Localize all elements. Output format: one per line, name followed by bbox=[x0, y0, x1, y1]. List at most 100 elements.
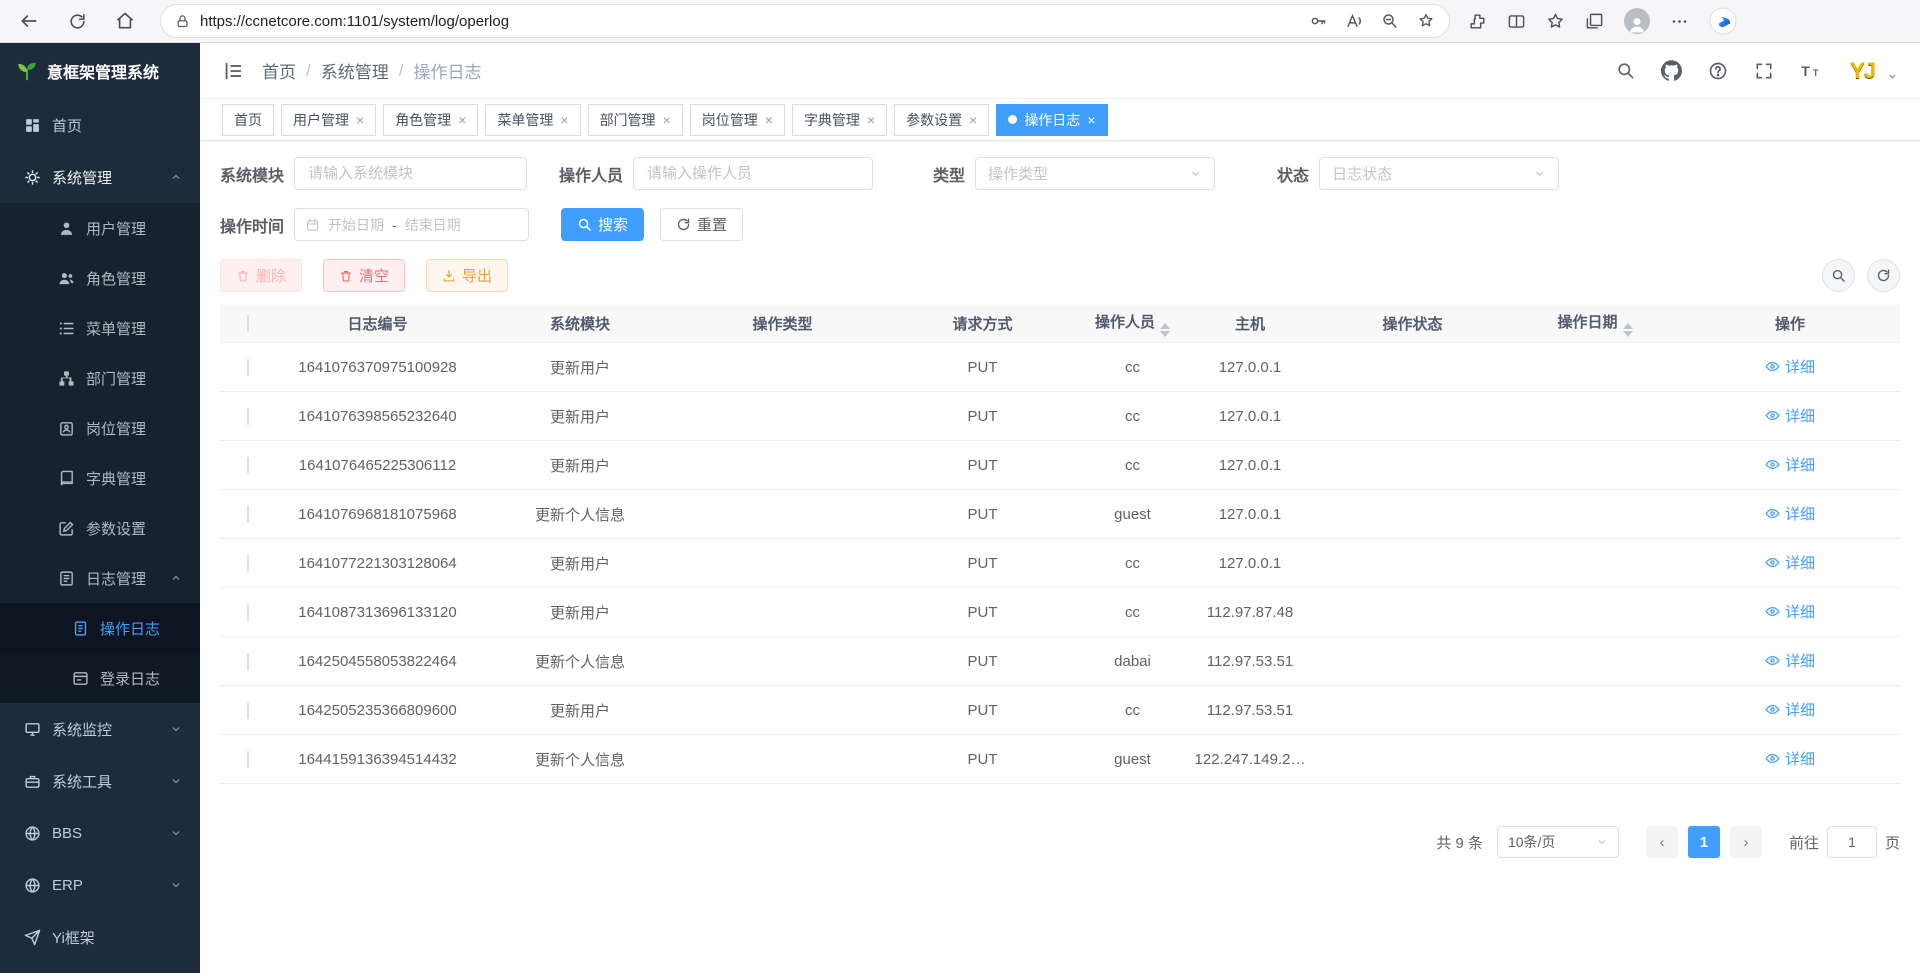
column-operator-sortable[interactable]: 操作人员 bbox=[1080, 311, 1185, 337]
tab-close-icon[interactable]: × bbox=[458, 113, 466, 127]
row-checkbox[interactable] bbox=[247, 555, 249, 572]
sidebar-item-oper-log[interactable]: 操作日志 bbox=[0, 603, 200, 653]
sidebar-item-erp[interactable]: ERP bbox=[0, 859, 200, 911]
site-lock-icon[interactable] bbox=[175, 14, 190, 29]
refresh-table-button[interactable] bbox=[1867, 259, 1900, 292]
favorites-bar-icon[interactable] bbox=[1546, 12, 1565, 31]
browser-profile-avatar[interactable] bbox=[1624, 8, 1650, 34]
cell-module: 更新用户 bbox=[480, 455, 680, 476]
tab-menu-mgmt[interactable]: 菜单管理× bbox=[485, 104, 580, 136]
detail-link[interactable]: 详细 bbox=[1765, 650, 1815, 671]
delete-button[interactable]: 删除 bbox=[220, 259, 302, 292]
browser-refresh-icon[interactable] bbox=[60, 4, 94, 38]
breadcrumb-home[interactable]: 首页 bbox=[262, 58, 296, 83]
sidebar-item-sys-monitor[interactable]: 系统监控 bbox=[0, 703, 200, 755]
sidebar-item-post-mgmt[interactable]: 岗位管理 bbox=[0, 403, 200, 453]
tab-home[interactable]: 首页 bbox=[222, 104, 274, 136]
url-text[interactable]: https://ccnetcore.com:1101/system/log/op… bbox=[200, 13, 1309, 30]
row-checkbox[interactable] bbox=[247, 702, 249, 719]
prev-page-button[interactable]: ‹ bbox=[1646, 826, 1678, 858]
detail-link[interactable]: 详细 bbox=[1765, 699, 1815, 720]
row-checkbox[interactable] bbox=[247, 604, 249, 621]
tab-close-icon[interactable]: × bbox=[356, 113, 364, 127]
read-aloud-icon[interactable] bbox=[1345, 12, 1363, 30]
detail-link[interactable]: 详细 bbox=[1765, 748, 1815, 769]
font-size-icon[interactable]: TT bbox=[1800, 61, 1824, 81]
page-size-select[interactable]: 10条/页 bbox=[1497, 826, 1619, 858]
detail-link[interactable]: 详细 bbox=[1765, 356, 1815, 377]
tab-close-icon[interactable]: × bbox=[867, 113, 875, 127]
breadcrumb-system[interactable]: 系统管理 bbox=[321, 58, 389, 83]
page-number-1[interactable]: 1 bbox=[1688, 826, 1720, 858]
row-checkbox[interactable] bbox=[247, 359, 249, 376]
sidebar-item-menu-mgmt[interactable]: 菜单管理 bbox=[0, 303, 200, 353]
sidebar-item-sys-tools[interactable]: 系统工具 bbox=[0, 755, 200, 807]
sidebar-item-user-mgmt[interactable]: 用户管理 bbox=[0, 203, 200, 253]
tab-close-icon[interactable]: × bbox=[765, 113, 773, 127]
row-checkbox[interactable] bbox=[247, 751, 249, 768]
row-checkbox[interactable] bbox=[247, 506, 249, 523]
user-avatar-logo[interactable]: YJ bbox=[1850, 58, 1875, 84]
github-icon[interactable] bbox=[1661, 60, 1682, 81]
select-all-checkbox[interactable] bbox=[247, 315, 249, 332]
avatar-caret-down-icon[interactable] bbox=[1887, 71, 1898, 82]
tab-dept-mgmt[interactable]: 部门管理× bbox=[588, 104, 683, 136]
sidebar-item-system-mgmt[interactable]: 系统管理 bbox=[0, 151, 200, 203]
tab-close-icon[interactable]: × bbox=[1087, 113, 1095, 127]
sidebar-item-dept-mgmt[interactable]: 部门管理 bbox=[0, 353, 200, 403]
help-icon[interactable] bbox=[1708, 61, 1728, 81]
detail-link[interactable]: 详细 bbox=[1765, 503, 1815, 524]
show-search-toggle-button[interactable] bbox=[1822, 259, 1855, 292]
search-button[interactable]: 搜索 bbox=[561, 208, 644, 241]
fullscreen-icon[interactable] bbox=[1754, 61, 1774, 81]
tab-post-mgmt[interactable]: 岗位管理× bbox=[690, 104, 785, 136]
tab-role-mgmt[interactable]: 角色管理× bbox=[383, 104, 478, 136]
row-checkbox[interactable] bbox=[247, 457, 249, 474]
browser-more-icon[interactable] bbox=[1670, 12, 1689, 31]
row-checkbox[interactable] bbox=[247, 408, 249, 425]
next-page-button[interactable]: › bbox=[1730, 826, 1762, 858]
header-search-icon[interactable] bbox=[1616, 61, 1635, 80]
tab-dict-mgmt[interactable]: 字典管理× bbox=[792, 104, 887, 136]
detail-link[interactable]: 详细 bbox=[1765, 552, 1815, 573]
tab-oper-log[interactable]: 操作日志× bbox=[996, 104, 1107, 136]
row-checkbox[interactable] bbox=[247, 653, 249, 670]
module-filter-input[interactable] bbox=[294, 157, 527, 190]
operator-filter-input[interactable] bbox=[633, 157, 873, 190]
tab-close-icon[interactable]: × bbox=[560, 113, 568, 127]
sidebar-item-role-mgmt[interactable]: 角色管理 bbox=[0, 253, 200, 303]
zoom-out-icon[interactable] bbox=[1381, 12, 1399, 30]
tab-user-mgmt[interactable]: 用户管理× bbox=[281, 104, 376, 136]
detail-link[interactable]: 详细 bbox=[1765, 454, 1815, 475]
browser-back-icon[interactable] bbox=[12, 4, 46, 38]
browser-home-icon[interactable] bbox=[108, 4, 142, 38]
tab-close-icon[interactable]: × bbox=[969, 113, 977, 127]
sidebar-item-home[interactable]: 首页 bbox=[0, 99, 200, 151]
tab-close-icon[interactable]: × bbox=[663, 113, 671, 127]
split-screen-icon[interactable] bbox=[1507, 12, 1526, 31]
sidebar-item-bbs[interactable]: BBS bbox=[0, 807, 200, 859]
tab-param-settings[interactable]: 参数设置× bbox=[894, 104, 989, 136]
sidebar-item-dict-mgmt[interactable]: 字典管理 bbox=[0, 453, 200, 503]
sidebar-item-param-settings[interactable]: 参数设置 bbox=[0, 503, 200, 553]
add-favorite-star-icon[interactable] bbox=[1417, 12, 1435, 30]
clear-button[interactable]: 清空 bbox=[323, 259, 405, 292]
column-date-sortable[interactable]: 操作日期 bbox=[1510, 311, 1680, 337]
collections-icon[interactable] bbox=[1585, 12, 1604, 31]
date-range-picker[interactable]: 开始日期 - 结束日期 bbox=[294, 208, 529, 241]
export-button[interactable]: 导出 bbox=[426, 259, 508, 292]
sidebar-collapse-icon[interactable] bbox=[222, 60, 244, 82]
goto-page-input[interactable] bbox=[1827, 826, 1877, 858]
detail-link[interactable]: 详细 bbox=[1765, 405, 1815, 426]
sidebar-item-log-mgmt[interactable]: 日志管理 bbox=[0, 553, 200, 603]
bing-copilot-icon[interactable] bbox=[1709, 7, 1737, 35]
reset-button[interactable]: 重置 bbox=[660, 208, 743, 241]
sidebar-item-yi-frame[interactable]: Yi框架 bbox=[0, 911, 200, 963]
sidebar-item-login-log[interactable]: 登录日志 bbox=[0, 653, 200, 703]
detail-link[interactable]: 详细 bbox=[1765, 601, 1815, 622]
address-bar[interactable]: https://ccnetcore.com:1101/system/log/op… bbox=[160, 4, 1450, 38]
status-filter-select[interactable]: 日志状态 bbox=[1319, 157, 1559, 190]
extensions-puzzle-icon[interactable] bbox=[1468, 12, 1487, 31]
type-filter-select[interactable]: 操作类型 bbox=[975, 157, 1215, 190]
saved-password-key-icon[interactable] bbox=[1309, 12, 1327, 30]
